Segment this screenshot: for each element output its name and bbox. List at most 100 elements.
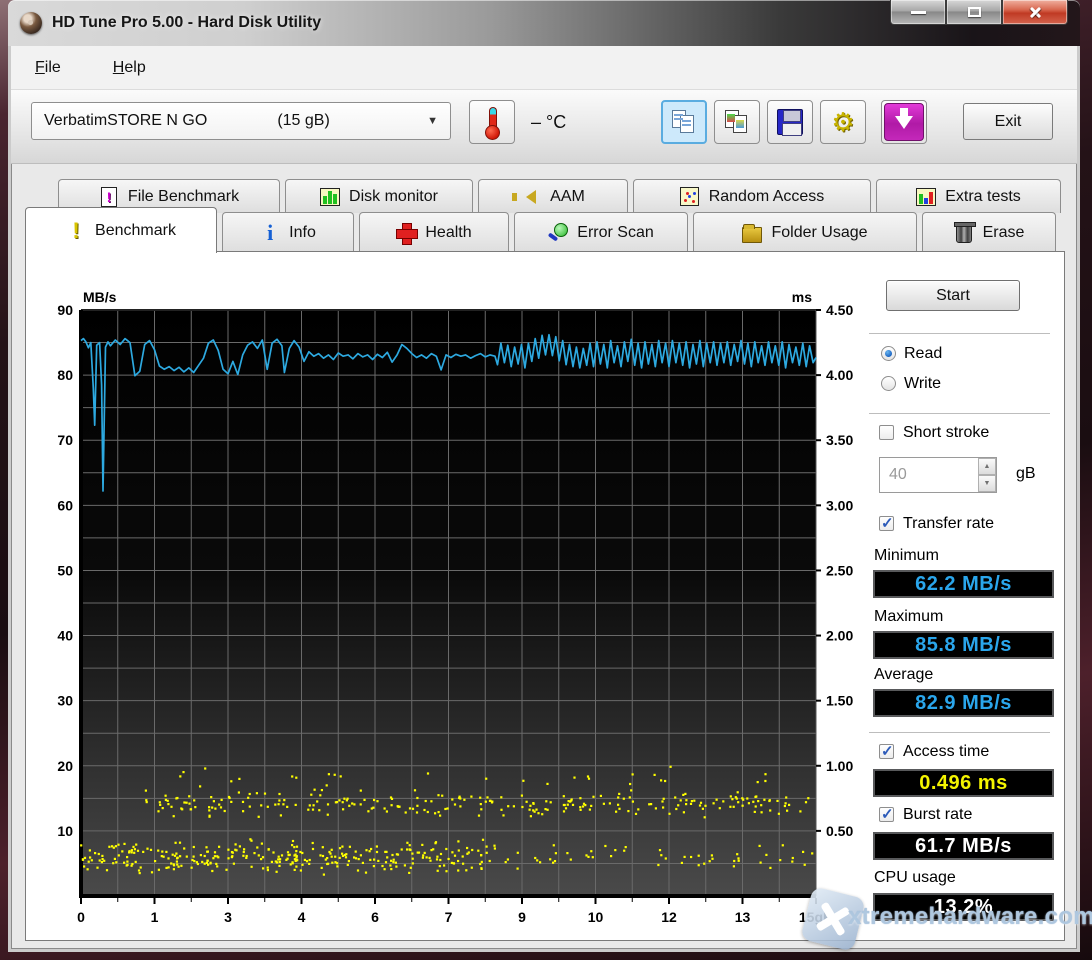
minimize-button[interactable] <box>890 0 946 25</box>
exit-button[interactable]: Exit <box>963 103 1053 140</box>
temperature-button[interactable] <box>469 100 515 144</box>
short-stroke-unit: gB <box>1016 465 1036 483</box>
svg-text:4.50: 4.50 <box>826 302 853 318</box>
svg-text:50: 50 <box>57 562 73 578</box>
chevron-down-icon: ▼ <box>427 115 438 127</box>
tab-random-access[interactable]: Random Access <box>633 179 871 213</box>
save-button[interactable] <box>767 100 813 144</box>
app-icon <box>20 12 42 34</box>
svg-text:12: 12 <box>661 909 677 925</box>
cpu-usage-value: 13.2% <box>873 893 1054 921</box>
title-bar[interactable]: HD Tune Pro 5.00 - Hard Disk Utility <box>8 0 1080 46</box>
options-button[interactable]: ⚙ <box>820 100 866 144</box>
svg-text:6: 6 <box>371 909 379 925</box>
short-stroke-size-spinner[interactable]: 40 ▲ ▼ <box>879 457 997 493</box>
extra-tests-icon <box>916 187 936 207</box>
disk-monitor-icon <box>320 187 340 207</box>
separator <box>869 732 1050 733</box>
menu-help[interactable]: Help <box>105 55 154 81</box>
gear-icon: ⚙ <box>831 109 854 135</box>
svg-text:3.00: 3.00 <box>826 497 853 513</box>
temperature-readout: – °C <box>531 112 566 133</box>
random-access-icon <box>680 187 700 207</box>
start-button[interactable]: Start <box>886 280 1020 311</box>
tab-aam[interactable]: AAM <box>478 179 628 213</box>
speaker-icon <box>521 187 541 207</box>
maximum-label: Maximum <box>874 608 943 626</box>
trash-icon <box>954 223 974 243</box>
svg-text:9: 9 <box>518 909 526 925</box>
app-window: HD Tune Pro 5.00 - Hard Disk Utility Fil… <box>8 0 1080 952</box>
svg-text:1: 1 <box>151 909 159 925</box>
tab-extra-tests[interactable]: Extra tests <box>876 179 1061 213</box>
tab-disk-monitor[interactable]: Disk monitor <box>285 179 473 213</box>
minimum-label: Minimum <box>874 547 939 565</box>
spinner-down-button[interactable]: ▼ <box>978 475 996 492</box>
tab-benchmark[interactable]: ! Benchmark <box>25 207 217 253</box>
svg-text:ms: ms <box>792 289 812 305</box>
checkbox-icon <box>879 744 894 759</box>
tab-health[interactable]: Health <box>359 212 509 252</box>
svg-text:4.00: 4.00 <box>826 367 853 383</box>
cpu-usage-label: CPU usage <box>874 869 956 887</box>
folder-icon <box>742 223 762 243</box>
access-time-value: 0.496 ms <box>873 769 1054 797</box>
svg-text:90: 90 <box>57 302 73 318</box>
svg-text:2.00: 2.00 <box>826 628 853 644</box>
svg-text:70: 70 <box>57 432 73 448</box>
caption-buttons <box>890 0 1068 25</box>
health-cross-icon <box>396 223 416 243</box>
short-stroke-checkbox[interactable]: Short stroke <box>879 424 989 442</box>
separator <box>869 413 1050 414</box>
checkbox-icon <box>879 807 894 822</box>
download-icon <box>884 103 924 141</box>
work-area: ! File Benchmark Disk monitor AAM <box>15 165 1073 948</box>
access-time-checkbox[interactable]: Access time <box>879 743 989 761</box>
tab-error-scan[interactable]: Error Scan <box>514 212 688 252</box>
drive-selector-dropdown[interactable]: VerbatimSTORE N GO (15 gB) ▼ <box>31 102 451 140</box>
save-icon <box>777 109 803 135</box>
tab-row-primary: ! Benchmark i Info Health Error Scan <box>25 212 1056 253</box>
toolbar: VerbatimSTORE N GO (15 gB) ▼ – °C <box>11 90 1077 164</box>
info-icon: i <box>260 223 280 243</box>
svg-text:1.00: 1.00 <box>826 758 853 774</box>
svg-text:80: 80 <box>57 367 73 383</box>
tab-info[interactable]: i Info <box>222 212 354 252</box>
svg-text:10: 10 <box>588 909 604 925</box>
burst-rate-checkbox[interactable]: Burst rate <box>879 806 972 824</box>
minimum-value: 62.2 MB/s <box>873 570 1054 598</box>
burst-rate-value: 61.7 MB/s <box>873 832 1054 860</box>
svg-text:0.50: 0.50 <box>826 823 853 839</box>
benchmark-chart: 013467910121315gB9080706050403020104.504… <box>26 252 866 940</box>
read-radio[interactable]: Read <box>881 345 942 363</box>
svg-text:15gB: 15gB <box>799 909 833 925</box>
magnifier-icon <box>548 223 568 243</box>
spinner-up-button[interactable]: ▲ <box>978 458 996 475</box>
tab-erase[interactable]: Erase <box>922 212 1056 252</box>
svg-text:20: 20 <box>57 758 73 774</box>
copy-text-button[interactable] <box>661 100 707 144</box>
svg-text:7: 7 <box>445 909 453 925</box>
download-button[interactable] <box>881 100 927 144</box>
svg-text:30: 30 <box>57 693 73 709</box>
svg-text:60: 60 <box>57 497 73 513</box>
svg-text:13: 13 <box>735 909 751 925</box>
tab-folder-usage[interactable]: Folder Usage <box>693 212 917 252</box>
benchmark-icon: ! <box>66 221 86 241</box>
copy-image-icon <box>725 110 749 134</box>
menu-file[interactable]: File <box>27 55 69 81</box>
write-radio[interactable]: Write <box>881 375 941 393</box>
copy-image-button[interactable] <box>714 100 760 144</box>
thermometer-bulb-icon <box>485 125 500 140</box>
file-benchmark-icon: ! <box>99 187 119 207</box>
average-value: 82.9 MB/s <box>873 689 1054 717</box>
transfer-rate-checkbox[interactable]: Transfer rate <box>879 515 994 533</box>
radio-icon <box>881 376 896 391</box>
checkbox-icon <box>879 425 894 440</box>
window-title: HD Tune Pro 5.00 - Hard Disk Utility <box>52 14 321 32</box>
maximize-button[interactable] <box>946 0 1002 25</box>
svg-text:0: 0 <box>77 909 85 925</box>
maximum-value: 85.8 MB/s <box>873 631 1054 659</box>
svg-text:2.50: 2.50 <box>826 562 853 578</box>
close-button[interactable] <box>1002 0 1068 25</box>
